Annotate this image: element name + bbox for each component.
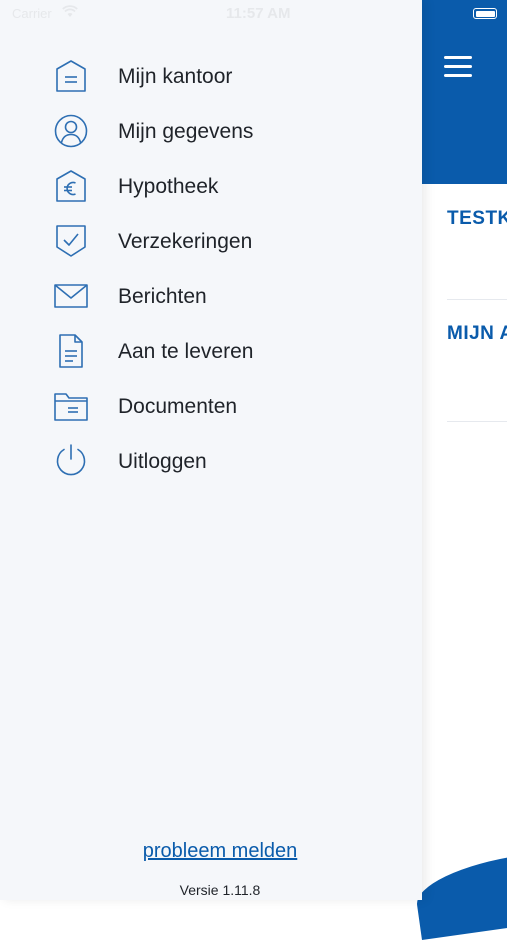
hamburger-menu-icon[interactable] <box>444 56 472 78</box>
app-list-item[interactable]: MIJN A <box>447 299 507 422</box>
menu-item-documenten[interactable]: Documenten <box>0 379 422 434</box>
folder-icon <box>53 388 89 424</box>
menu-item-label: Uitloggen <box>118 449 207 473</box>
office-doc-icon <box>53 58 89 94</box>
power-icon <box>53 443 89 479</box>
user-circle-icon <box>53 113 89 149</box>
menu-item-label: Aan te leveren <box>118 339 254 363</box>
app-list-item-title: TESTK <box>447 208 507 229</box>
envelope-icon <box>53 278 89 314</box>
status-carrier: Carrier <box>12 6 52 21</box>
app-main-panel: TESTK MIJN A <box>412 0 507 940</box>
menu-item-mijn-gegevens[interactable]: Mijn gegevens <box>0 104 422 159</box>
document-icon <box>53 333 89 369</box>
app-list-item-title: MIJN A <box>447 323 507 344</box>
shield-check-icon <box>53 223 89 259</box>
menu-item-berichten[interactable]: Berichten <box>0 269 422 324</box>
menu-item-hypotheek[interactable]: Hypotheek <box>0 159 422 214</box>
side-drawer: Carrier 11:57 AM Mijn kantoor Mijn gegev… <box>0 0 422 900</box>
report-problem-link[interactable]: probleem melden <box>0 840 440 863</box>
menu-item-label: Mijn gegevens <box>118 119 254 143</box>
menu-item-label: Hypotheek <box>118 174 219 198</box>
app-list-item[interactable]: TESTK <box>447 184 507 300</box>
status-time: 11:57 AM <box>226 5 291 22</box>
menu-item-label: Verzekeringen <box>118 229 253 253</box>
menu-item-label: Documenten <box>118 394 238 418</box>
menu-item-verzekeringen[interactable]: Verzekeringen <box>0 214 422 269</box>
app-header <box>422 0 507 184</box>
app-version: Versie 1.11.8 <box>179 882 261 898</box>
menu-item-uitloggen[interactable]: Uitloggen <box>0 434 422 489</box>
menu-item-mijn-kantoor[interactable]: Mijn kantoor <box>0 49 422 104</box>
battery-icon <box>473 8 497 19</box>
menu-item-aan-te-leveren[interactable]: Aan te leveren <box>0 324 422 379</box>
menu-item-label: Mijn kantoor <box>118 64 233 88</box>
wifi-icon <box>62 5 78 17</box>
drawer-menu: Mijn kantoor Mijn gegevens Hypotheek Ver… <box>0 49 422 489</box>
euro-house-icon <box>53 168 89 204</box>
menu-item-label: Berichten <box>118 284 207 308</box>
